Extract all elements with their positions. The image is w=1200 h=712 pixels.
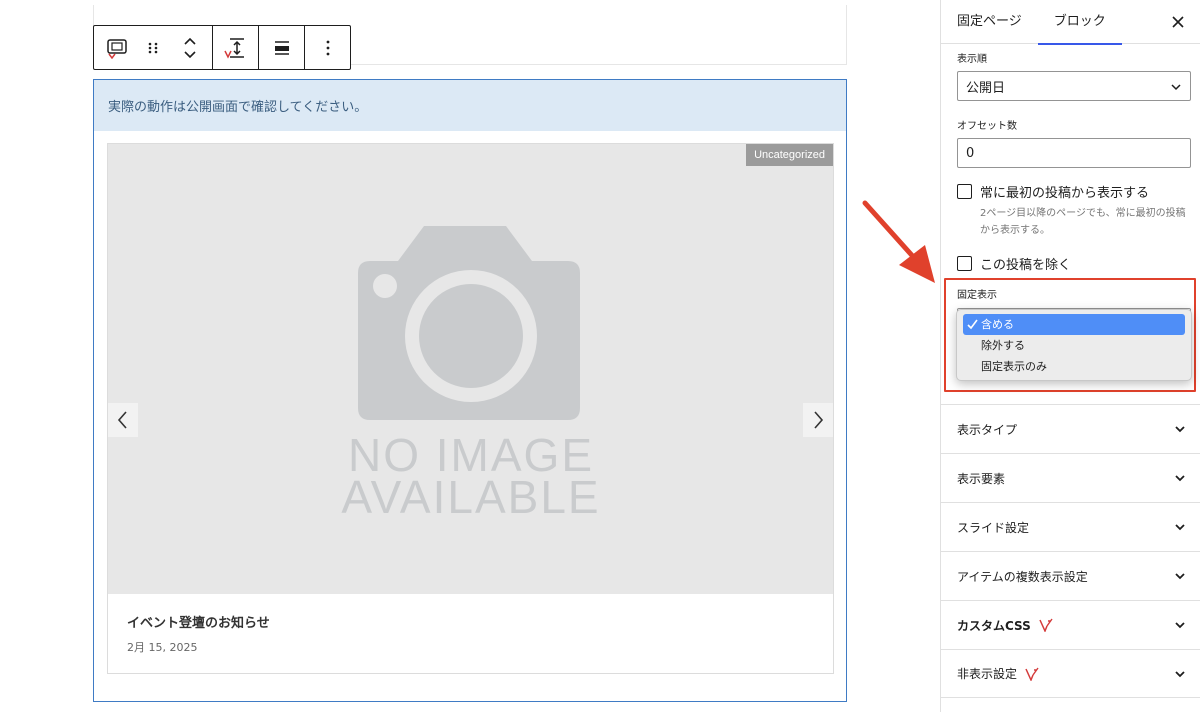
chevron-down-icon: [1171, 84, 1181, 91]
exclude-current-label: この投稿を除く: [980, 258, 1072, 273]
offset-input[interactable]: [957, 138, 1191, 168]
panel-label: 表示要素: [957, 471, 1006, 486]
panel-custom-css[interactable]: カスタムCSS: [941, 600, 1200, 649]
checkbox-box[interactable]: [957, 184, 972, 199]
sticky-option-label: 含める: [981, 318, 1014, 331]
sticky-option-only[interactable]: 固定表示のみ: [963, 356, 1185, 377]
drag-handle[interactable]: [139, 26, 167, 69]
sticky-dropdown: 含める 除外する 固定表示のみ: [956, 309, 1192, 381]
checkbox-box[interactable]: [957, 256, 972, 271]
block-type-button[interactable]: [94, 26, 139, 69]
sticky-option-exclude[interactable]: 除外する: [963, 335, 1185, 356]
slide-next-button[interactable]: [803, 403, 833, 437]
panel-multi-item-settings[interactable]: アイテムの複数表示設定: [941, 551, 1200, 600]
align-wide-icon: [274, 40, 289, 55]
spacing-button[interactable]: [213, 26, 258, 69]
no-image-text-line2: AVAILABLE: [341, 471, 600, 523]
close-icon: [1172, 16, 1184, 28]
sticky-option-include[interactable]: 含める: [963, 314, 1185, 335]
editor-canvas: 実際の動作は公開画面で確認してください。 NO IMAGE AVAILABLE …: [0, 0, 940, 712]
tab-block[interactable]: ブロック: [1037, 0, 1122, 45]
panel-display-elements[interactable]: 表示要素: [941, 453, 1200, 502]
chevron-down-icon: [1175, 426, 1185, 433]
align-button[interactable]: [259, 26, 304, 69]
chevron-down-icon: [1175, 475, 1185, 482]
sticky-option-label: 除外する: [981, 339, 1025, 352]
vk-logo-icon: [1025, 667, 1039, 681]
panel-label: 非表示設定: [957, 667, 1018, 681]
slide-prev-button[interactable]: [108, 403, 138, 437]
order-select[interactable]: 公開日: [957, 71, 1191, 101]
chevron-left-icon: [117, 411, 127, 429]
order-label: 表示順: [957, 54, 987, 65]
toolbar-group-block: [94, 26, 213, 69]
chevron-down-icon: [1175, 524, 1185, 531]
offset-label: オフセット数: [957, 121, 1017, 132]
chevron-down-icon: [1175, 622, 1185, 629]
post-date: 2月 15, 2025: [127, 641, 198, 654]
post-slider-block[interactable]: 実際の動作は公開画面で確認してください。 NO IMAGE AVAILABLE …: [93, 79, 847, 702]
panel-slide-settings[interactable]: スライド設定: [941, 502, 1200, 551]
category-badge[interactable]: Uncategorized: [746, 144, 833, 166]
tab-page[interactable]: 固定ページ: [941, 0, 1038, 44]
no-image-placeholder: NO IMAGE AVAILABLE: [341, 226, 600, 523]
sidebar-tabs: 固定ページ ブロック: [941, 0, 1200, 45]
always-first-label: 常に最初の投稿から表示する: [980, 186, 1150, 201]
more-options-button[interactable]: [305, 26, 350, 69]
panel-label: 表示タイプ: [957, 422, 1018, 437]
sticky-label: 固定表示: [957, 290, 997, 301]
post-title[interactable]: イベント登壇のお知らせ: [127, 612, 270, 631]
drag-icon: [148, 42, 158, 53]
block-toolbar: [93, 25, 351, 70]
move-up-down-button[interactable]: [167, 26, 212, 69]
panel-hidden-settings[interactable]: 非表示設定: [941, 649, 1200, 698]
move-arrows-icon: [183, 37, 196, 58]
post-card[interactable]: NO IMAGE AVAILABLE Uncategorized イベント登壇の…: [107, 143, 834, 674]
toolbar-group-spacing: [213, 26, 259, 69]
close-sidebar-button[interactable]: [1166, 10, 1190, 34]
post-thumbnail: NO IMAGE AVAILABLE Uncategorized: [108, 144, 833, 594]
always-first-help: 2ページ目以降のページでも、常に最初の投稿から表示する。: [980, 208, 1186, 236]
preview-notice: 実際の動作は公開画面で確認してください。: [94, 80, 846, 131]
exclude-current-checkbox[interactable]: この投稿を除く: [957, 254, 1071, 273]
panel-label: スライド設定: [957, 520, 1030, 535]
vertical-spacing-icon: [223, 37, 244, 59]
toolbar-group-more: [305, 26, 350, 69]
chevron-down-icon: [1175, 671, 1185, 678]
panel-label: カスタムCSS: [957, 618, 1031, 633]
sticky-option-label: 固定表示のみ: [981, 360, 1047, 373]
more-vertical-icon: [326, 40, 329, 55]
panel-label: アイテムの複数表示設定: [957, 569, 1088, 584]
order-select-value: 公開日: [966, 80, 1006, 96]
panel-display-type[interactable]: 表示タイプ: [941, 404, 1200, 453]
chevron-right-icon: [814, 411, 824, 429]
slider-block-icon: [106, 38, 127, 59]
toolbar-group-align: [259, 26, 305, 69]
always-first-checkbox[interactable]: 常に最初の投稿から表示する: [957, 182, 1149, 201]
chevron-down-icon: [1175, 573, 1185, 580]
settings-sidebar: 固定ページ ブロック 表示順 公開日 オフセット数 常に最初の投稿から表示する …: [940, 0, 1200, 712]
annotation-arrow-icon: [862, 200, 935, 283]
vk-logo-icon: [1039, 618, 1053, 632]
